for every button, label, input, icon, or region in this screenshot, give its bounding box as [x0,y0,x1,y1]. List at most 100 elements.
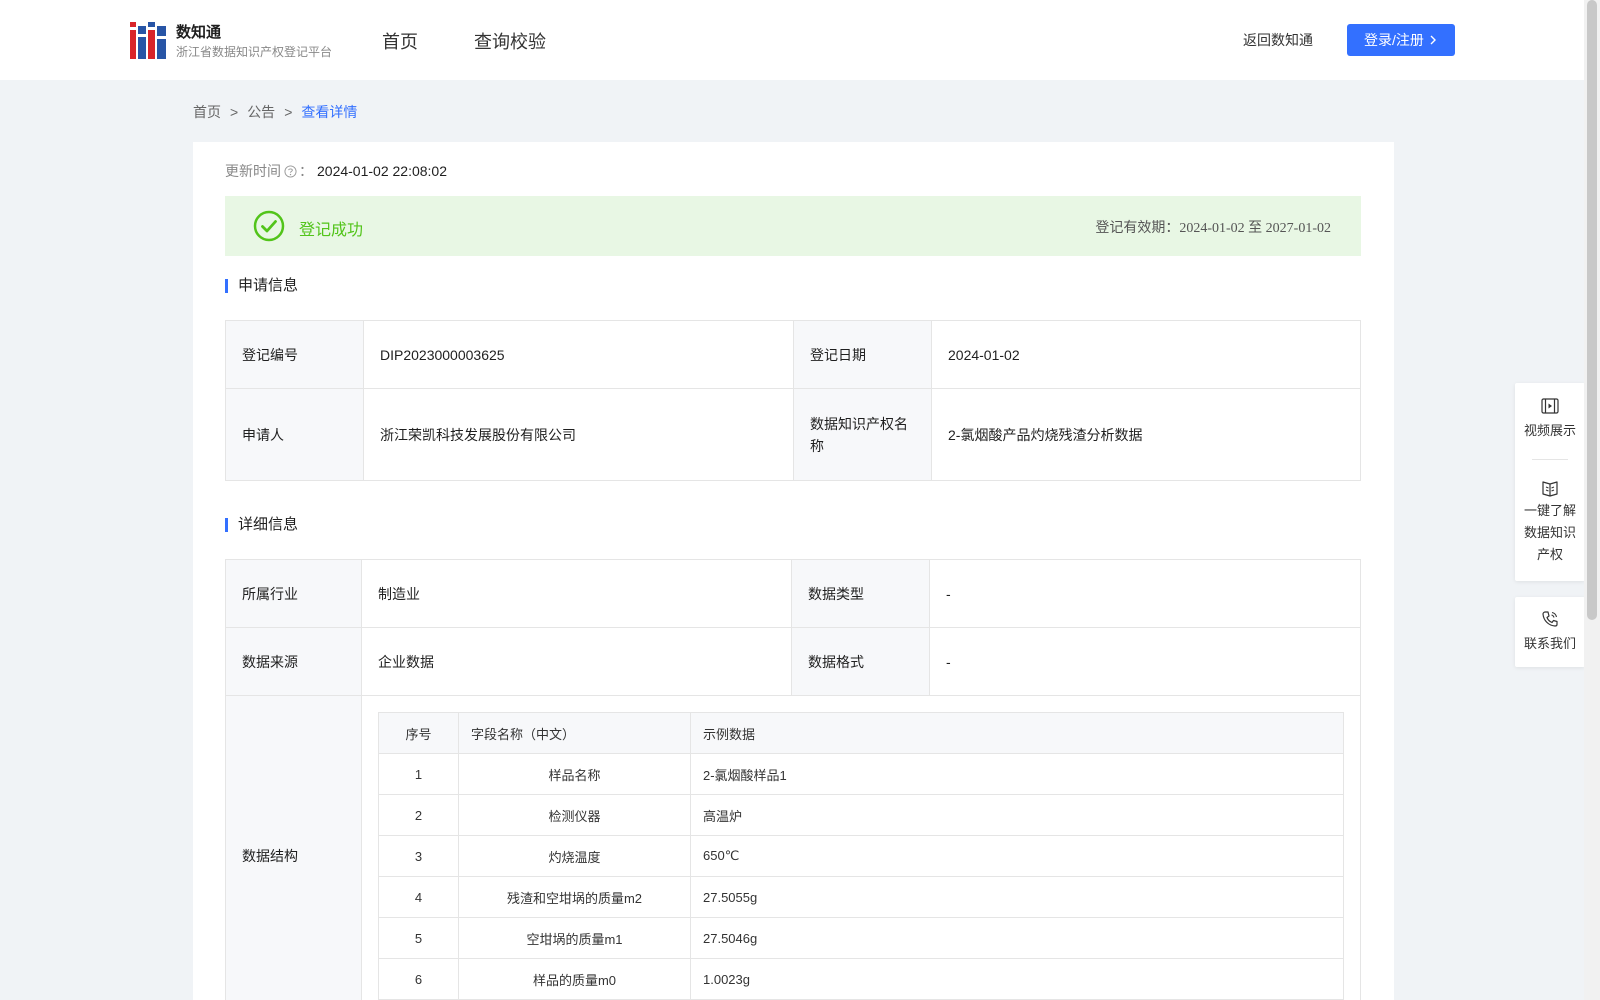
contact-panel: 联系我们 [1515,597,1585,667]
col-header-sample: 示例数据 [690,712,1344,754]
row-index: 1 [378,753,459,795]
table-row: 数据结构 序号 字段名称（中文） 示例数据 1 样品名称 2-氯烟酸样品1 2 … [225,695,1361,1000]
row-field: 灼烧温度 [458,835,691,877]
validity-period: 登记有效期：2024-01-02 至 2027-01-02 [1095,217,1331,237]
col-header-field: 字段名称（中文） [458,712,691,754]
row-index: 3 [378,835,459,877]
col-header-index: 序号 [378,712,459,754]
book-icon [1542,481,1558,497]
source-value: 企业数据 [361,627,792,696]
side-divider [1532,459,1568,460]
phone-icon [1542,611,1558,627]
table-row: 申请人 浙江荣凯科技发展股份有限公司 数据知识产权名称 2-氯烟酸产品灼烧残渣分… [225,388,1361,481]
row-index: 5 [378,917,459,959]
contact-us-label: 联系我们 [1523,636,1576,651]
nav-query-verify[interactable]: 查询校验 [474,28,546,54]
row-field: 样品的质量m0 [458,958,691,1000]
breadcrumb-separator: > [230,104,239,120]
industry-value: 制造业 [361,559,792,628]
row-sample: 高温炉 [690,794,1344,836]
reg-no-label: 登记编号 [225,320,364,389]
table-row: 5 空坩埚的质量m1 27.5046g [378,917,1344,959]
apply-info-table: 登记编号 DIP2023000003625 登记日期 2024-01-02 申请… [225,320,1361,481]
row-index: 6 [378,958,459,1000]
platform-subtitle: 浙江省数据知识产权登记平台 [176,45,333,59]
row-index: 4 [378,876,459,918]
login-register-label: 登录/注册 [1364,32,1424,48]
table-row: 登记编号 DIP2023000003625 登记日期 2024-01-02 [225,320,1361,389]
validity-end: 2027-01-02 [1265,221,1331,236]
side-panel: 视频展示 一键了解 数据知识 产权 [1515,383,1585,581]
table-row: 1 样品名称 2-氯烟酸样品1 [378,753,1344,795]
update-time-row: 更新时间 ： 2024-01-02 22:08:02 [225,161,447,181]
status-text: 登记成功 [299,222,364,239]
validity-label: 登记有效期： [1095,219,1180,235]
structure-header-row: 序号 字段名称（中文） 示例数据 [378,712,1344,754]
reg-no-value: DIP2023000003625 [363,320,794,389]
login-register-button[interactable]: 登录/注册 [1347,24,1455,56]
structure-cell: 序号 字段名称（中文） 示例数据 1 样品名称 2-氯烟酸样品1 2 检测仪器 … [361,695,1361,1000]
video-icon [1541,398,1559,414]
reg-date-label: 登记日期 [793,320,932,389]
row-sample: 27.5046g [690,917,1344,959]
data-type-value: - [929,559,1361,628]
format-label: 数据格式 [791,627,930,696]
applicant-value: 浙江荣凯科技发展股份有限公司 [363,388,794,481]
detail-info-table: 所属行业 制造业 数据类型 - 数据来源 企业数据 数据格式 - 数据结构 序号… [225,559,1361,1000]
section-title-detail: 详细信息 [225,517,298,532]
row-field: 检测仪器 [458,794,691,836]
row-sample: 650℃ [690,835,1344,877]
table-row: 4 残渣和空坩埚的质量m2 27.5055g [378,876,1344,918]
row-field: 空坩埚的质量m1 [458,917,691,959]
table-row: 2 检测仪器 高温炉 [378,794,1344,836]
help-circle-icon[interactable] [284,164,297,178]
detail-card: 更新时间 ： 2024-01-02 22:08:02 登记成功 登记有效期：20… [193,142,1394,1000]
learn-ip-label-line3: 产权 [1536,547,1563,562]
validity-to: 至 [1248,219,1263,235]
row-field: 样品名称 [458,753,691,795]
breadcrumb-notice[interactable]: 公告 [247,102,275,122]
update-time-label: 更新时间 [225,163,281,179]
reg-date-value: 2024-01-02 [931,320,1361,389]
top-header: 数知通 浙江省数据知识产权登记平台 首页 查询校验 返回数知通 登录/注册 [0,0,1584,80]
table-row: 3 灼烧温度 650℃ [378,835,1344,877]
nav-home[interactable]: 首页 [382,28,418,54]
breadcrumb-separator: > [284,104,293,120]
format-value: - [929,627,1361,696]
chevron-right-icon [1430,35,1436,45]
contact-us-button[interactable]: 联系我们 [1515,609,1585,652]
scrollbar-thumb[interactable] [1587,0,1597,620]
applicant-label: 申请人 [225,388,364,481]
breadcrumb-home[interactable]: 首页 [193,102,221,122]
table-row: 6 样品的质量m0 1.0023g [378,958,1344,1000]
breadcrumb: 首页 > 公告 > 查看详情 [193,102,357,122]
video-showcase-label: 视频展示 [1523,423,1576,438]
platform-logo-icon[interactable] [130,22,166,59]
learn-ip-button[interactable]: 一键了解 数据知识 产权 [1515,478,1585,566]
structure-label: 数据结构 [225,695,362,1000]
check-circle-icon [253,210,285,242]
back-to-main-link[interactable]: 返回数知通 [1243,30,1313,50]
breadcrumb-current: 查看详情 [301,104,358,120]
ip-name-value: 2-氯烟酸产品灼烧残渣分析数据 [931,388,1361,481]
row-index: 2 [378,794,459,836]
structure-table: 序号 字段名称（中文） 示例数据 1 样品名称 2-氯烟酸样品1 2 检测仪器 … [378,712,1344,1000]
industry-label: 所属行业 [225,559,362,628]
data-type-label: 数据类型 [791,559,930,628]
learn-ip-label-line2: 数据知识 [1523,525,1576,540]
section-title-apply: 申请信息 [225,278,298,293]
row-field: 残渣和空坩埚的质量m2 [458,876,691,918]
table-row: 数据来源 企业数据 数据格式 - [225,627,1361,696]
row-sample: 27.5055g [690,876,1344,918]
page-scrollbar[interactable] [1584,0,1600,1000]
learn-ip-label-line1: 一键了解 [1523,503,1576,518]
platform-name[interactable]: 数知通 [176,21,221,42]
row-sample: 2-氯烟酸样品1 [690,753,1344,795]
status-banner: 登记成功 登记有效期：2024-01-02 至 2027-01-02 [225,196,1361,256]
ip-name-label: 数据知识产权名称 [793,388,932,481]
video-showcase-button[interactable]: 视频展示 [1515,396,1585,439]
table-row: 所属行业 制造业 数据类型 - [225,559,1361,628]
update-time-colon: ： [299,163,313,179]
validity-start: 2024-01-02 [1179,221,1245,236]
update-time-value: 2024-01-02 22:08:02 [317,163,447,179]
